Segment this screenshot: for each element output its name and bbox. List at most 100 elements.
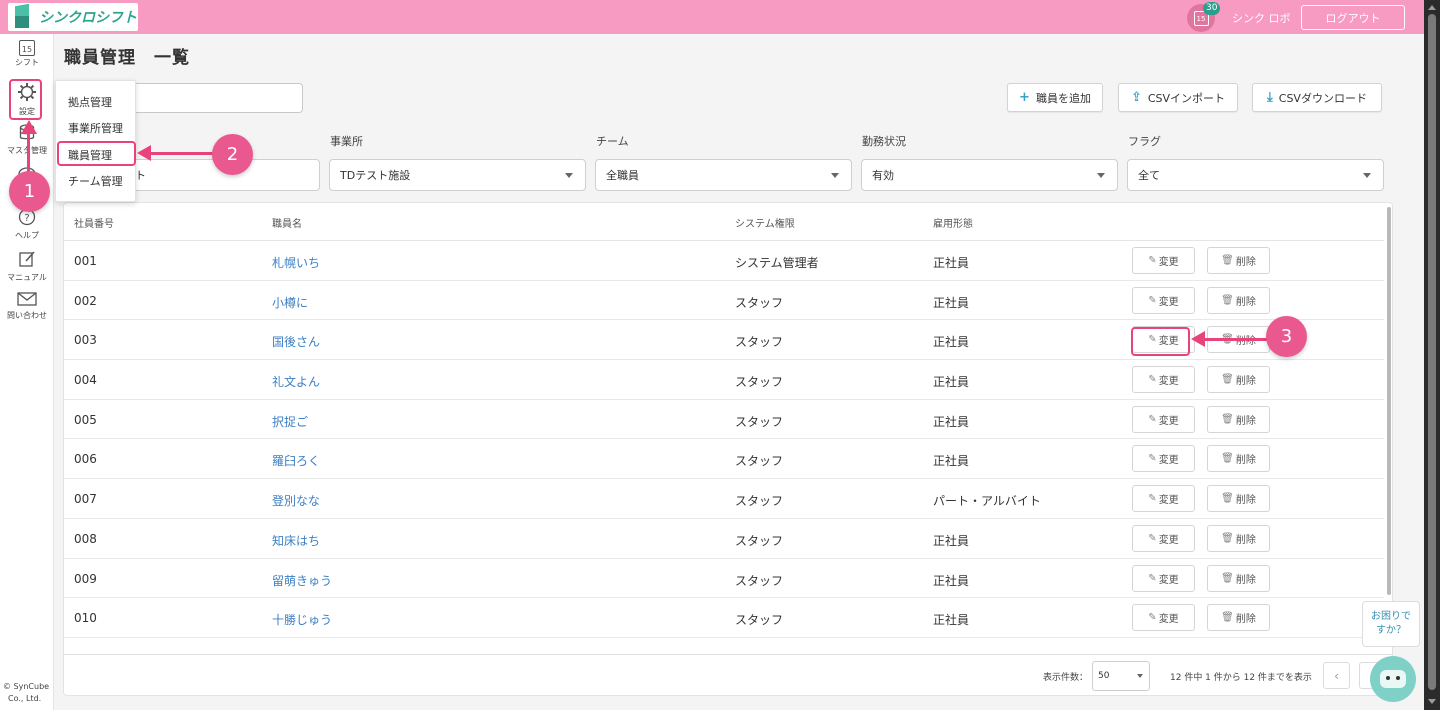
nav-item-contact[interactable]: 問い合わせ (0, 292, 54, 321)
scrollbar-thumb[interactable] (1428, 14, 1436, 690)
staff-name-link[interactable]: 知床はち (272, 532, 320, 549)
delete-button[interactable]: 🗑削除 (1207, 604, 1270, 632)
flag-filter-label: フラグ (1128, 135, 1161, 148)
chevron-left-icon: ‹ (1334, 668, 1339, 683)
chevron-down-icon (1363, 173, 1371, 178)
edit-button[interactable]: ✎ 変更 (1132, 524, 1195, 552)
robot-assistant-icon[interactable] (1370, 656, 1416, 702)
nav-item-help[interactable]: ? ヘルプ (0, 208, 54, 241)
table-footer: 表示件数： 50 12 件中 1 件から 12 件までを表示 ‹ › (64, 654, 1392, 695)
employment-type: 正社員 (933, 573, 970, 588)
pagination-range: 12 件中 1 件から 12 件までを表示 (1170, 673, 1312, 683)
window-scrollbar[interactable] (1424, 0, 1440, 710)
system-role: スタッフ (735, 573, 784, 588)
logo-mark-icon (12, 3, 34, 29)
table-row: 002 小樽に スタッフ 正社員 ✎ 変更 🗑 削除 (64, 281, 1384, 321)
edit-button[interactable]: ✎ 変更 (1132, 564, 1195, 592)
status-filter-select[interactable]: 有効 (861, 159, 1118, 191)
scroll-up-arrow-icon[interactable] (1428, 5, 1436, 10)
edit-button[interactable]: ✎ 変更 (1132, 405, 1195, 433)
edit-button[interactable]: ✎ 変更 (1132, 286, 1195, 314)
staff-name-link[interactable]: 択捉ご (272, 413, 308, 430)
nav-item-manual[interactable]: マニュアル (0, 250, 54, 283)
staff-name-link[interactable]: 国後さん (272, 333, 320, 350)
table-scrollbar[interactable] (1385, 203, 1392, 598)
staff-name-link[interactable]: 礼文よん (272, 373, 320, 390)
page-title: 職員管理 一覧 (64, 48, 190, 68)
delete-button[interactable]: 🗑削除 (1207, 524, 1270, 552)
delete-button[interactable]: 🗑削除 (1207, 366, 1270, 394)
help-bubble[interactable]: お困りで すか？ (1362, 601, 1420, 647)
delete-button[interactable]: 🗑削除 (1207, 485, 1270, 513)
staff-name-link[interactable]: 札幌いち (272, 254, 320, 271)
add-staff-button[interactable]: + 職員を追加 (1007, 83, 1103, 112)
team-filter-select[interactable]: 全職員 (595, 159, 852, 191)
per-page-select[interactable]: 50 (1092, 661, 1150, 691)
system-role: スタッフ (735, 335, 784, 350)
delete-button[interactable]: 🗑削除 (1207, 247, 1270, 274)
office-filter-select[interactable]: TDテスト施設 (329, 159, 586, 191)
logout-button[interactable]: ログアウト (1301, 5, 1405, 30)
staff-name-link[interactable]: 羅臼ろく (272, 452, 320, 469)
edit-label: 変更 (1158, 455, 1179, 467)
edit-button[interactable]: ✎ 変更 (1132, 445, 1195, 473)
delete-button[interactable]: 🗑削除 (1207, 445, 1270, 473)
employment-type: 正社員 (933, 613, 970, 628)
table-scrollbar-thumb[interactable] (1387, 207, 1391, 595)
pencil-icon: ✎ (1148, 255, 1157, 266)
arrow-left-icon (137, 145, 151, 161)
menu-item-team-management[interactable]: チーム管理 (68, 173, 123, 189)
table-body: 001 札幌いち システム管理者 正社員 ✎ 変更 🗑 削除 002 小樽に スタッフ 正社員 ✎ 変更 🗑… (64, 241, 1384, 654)
help-text: すか？ (1376, 625, 1406, 636)
pencil-icon: ✎ (1148, 374, 1157, 386)
chevron-down-icon (1097, 173, 1105, 178)
office-filter-value: TDテスト施設 (340, 169, 411, 182)
arrow-shaft (150, 152, 214, 155)
table-row: 010 十勝じゅう スタッフ 正社員 ✎ 変更 🗑 削除 (64, 598, 1384, 638)
staff-id: 010 (74, 611, 97, 626)
staff-name-link[interactable]: 留萌きゅう (272, 572, 332, 589)
highlight-staff-management (57, 141, 136, 166)
pencil-icon: ✎ (1148, 413, 1157, 425)
step-2-badge: 2 (212, 134, 253, 175)
trash-icon: 🗑 (1221, 612, 1234, 624)
edit-label: 変更 (1158, 534, 1179, 546)
delete-button[interactable]: 🗑削除 (1207, 564, 1270, 592)
edit-button[interactable]: ✎ 変更 (1132, 604, 1195, 632)
scroll-down-arrow-icon[interactable] (1428, 699, 1436, 704)
app-logo[interactable]: シンクロシフト (8, 3, 138, 31)
highlight-settings (9, 79, 42, 120)
csv-import-button[interactable]: ⇪ CSVインポート (1118, 83, 1238, 112)
edit-button[interactable]: ✎ 変更 (1132, 485, 1195, 513)
edit-button[interactable]: ✎ 変更 (1132, 366, 1195, 394)
staff-id: 006 (74, 452, 97, 467)
trash-icon: 🗑 (1221, 572, 1234, 584)
prev-page-button[interactable]: ‹ (1323, 662, 1350, 689)
delete-button[interactable]: 🗑削除 (1207, 286, 1270, 314)
delete-label: 削除 (1235, 495, 1256, 507)
delete-label: 削除 (1235, 296, 1256, 308)
delete-button[interactable]: 🗑削除 (1207, 405, 1270, 433)
menu-item-base-management[interactable]: 拠点管理 (68, 94, 112, 110)
trash-icon: 🗑 (1221, 374, 1234, 386)
notification-calendar-button[interactable]: 15 30 (1187, 2, 1221, 32)
staff-name-link[interactable]: 登別なな (272, 492, 320, 509)
app-name: シンクロシフト (39, 10, 137, 26)
staff-name-link[interactable]: 小樽に (272, 294, 308, 311)
staff-name-link[interactable]: 十勝じゅう (272, 611, 332, 628)
nav-item-shift[interactable]: 15 シフト (0, 40, 54, 68)
header-employment-type: 雇用形態 (933, 219, 973, 230)
svg-text:?: ? (24, 213, 29, 224)
pencil-icon: ✎ (1148, 493, 1157, 505)
edit-label: 変更 (1158, 257, 1179, 268)
nav-label: 問い合わせ (7, 311, 47, 320)
top-bar: シンクロシフト 15 30 シンク ロボ ログアウト (0, 0, 1424, 34)
trash-icon: 🗑 (1221, 255, 1234, 266)
menu-item-office-management[interactable]: 事業所管理 (68, 120, 123, 136)
edit-button[interactable]: ✎ 変更 (1132, 247, 1195, 274)
delete-label: 削除 (1235, 415, 1256, 427)
system-role: スタッフ (735, 454, 784, 469)
flag-filter-select[interactable]: 全て (1127, 159, 1384, 191)
csv-download-button[interactable]: ⤓ CSVダウンロード (1252, 83, 1382, 112)
table-row: 004 礼文よん スタッフ 正社員 ✎ 変更 🗑 削除 (64, 360, 1384, 400)
